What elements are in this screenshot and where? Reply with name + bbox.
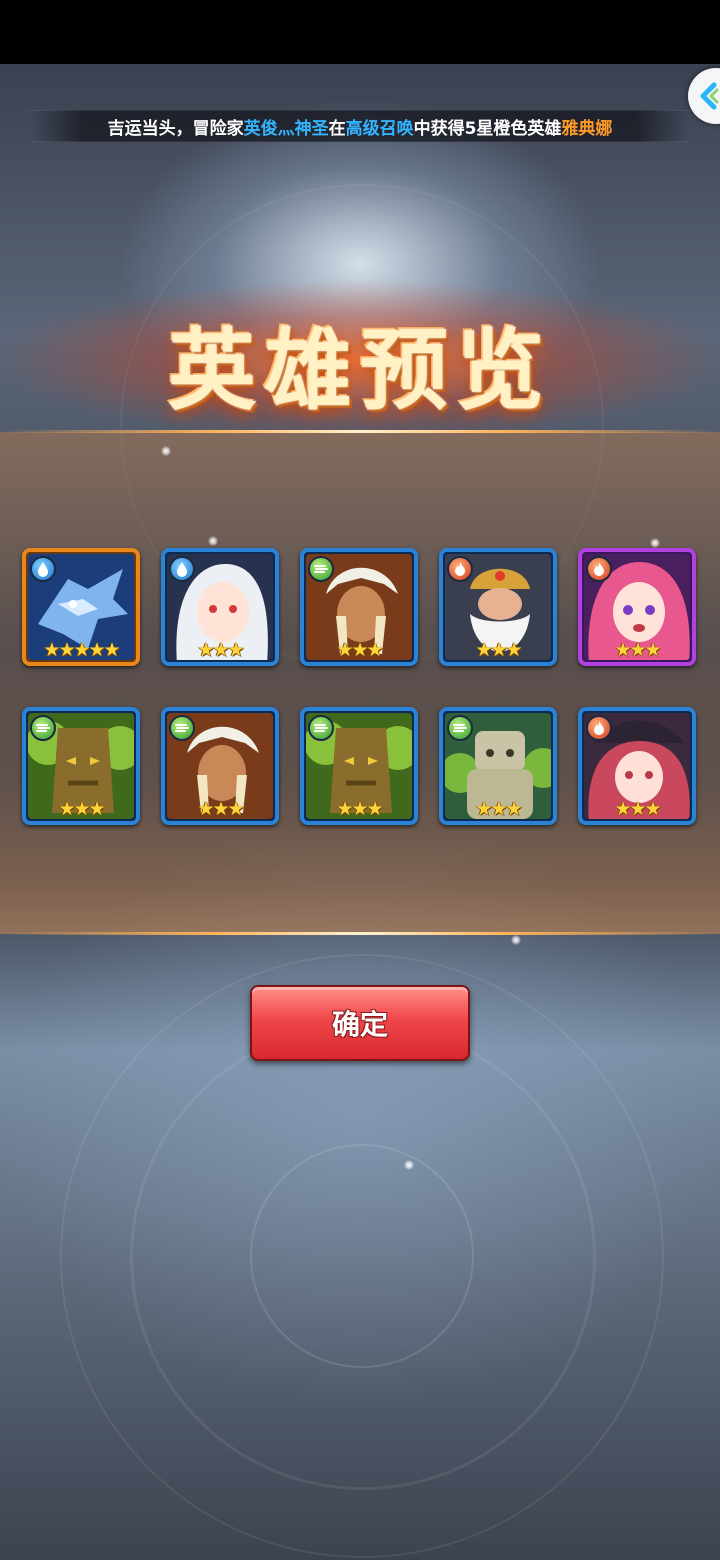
ticker-prefix: 吉运当头，冒险家 — [107, 118, 244, 139]
ticker-hero-name: 雅典娜 — [561, 118, 613, 139]
sparkle — [404, 1160, 414, 1170]
star-rating: ★★★ — [336, 798, 383, 820]
star-rating: ★★★ — [475, 798, 522, 820]
ticker-mid1: 在 — [328, 118, 346, 139]
wind-element-icon — [169, 715, 195, 741]
ticker-summon-type: 高级召唤 — [345, 118, 414, 139]
hero-grid: ★★★★★ ★★★ ★★★ ★★★ ★★★ ★★★ ★★★ ★★★ ★★★ ★★★ — [22, 548, 698, 828]
panel-top-border — [0, 430, 720, 433]
chevron-left-icon — [700, 82, 719, 110]
hero-card[interactable]: ★★★ — [300, 548, 418, 666]
sparkle — [208, 536, 218, 546]
status-bar — [0, 0, 720, 64]
sparkle — [511, 935, 521, 945]
confirm-button[interactable]: 确定 — [250, 985, 470, 1061]
page-title: 英雄预览 — [167, 319, 552, 422]
wind-element-icon — [30, 715, 56, 741]
fire-element-icon — [586, 556, 612, 582]
hero-card[interactable]: ★★★★★ — [22, 548, 140, 666]
wind-element-icon — [308, 715, 334, 741]
panel-bottom-border — [0, 932, 720, 935]
star-rating: ★★★ — [197, 639, 244, 661]
broadcast-ticker: 吉运当头，冒险家 英俊灬神圣在高级召唤 中获得5星橙色英雄 雅典娜 — [30, 110, 690, 142]
water-element-icon — [169, 556, 195, 582]
fire-element-icon — [586, 715, 612, 741]
hero-card[interactable]: ★★★ — [161, 707, 279, 825]
hero-card[interactable]: ★★★ — [578, 548, 696, 666]
star-rating: ★★★ — [58, 798, 105, 820]
ticker-player-name: 英俊灬神圣 — [243, 118, 329, 139]
hero-card[interactable]: ★★★ — [300, 707, 418, 825]
sparkle — [161, 446, 171, 456]
hero-card[interactable]: ★★★ — [22, 707, 140, 825]
water-element-icon — [30, 556, 56, 582]
wind-element-icon — [308, 556, 334, 582]
hero-card[interactable]: ★★★ — [161, 548, 279, 666]
wind-element-icon — [447, 715, 473, 741]
fire-element-icon — [447, 556, 473, 582]
star-rating: ★★★ — [197, 798, 244, 820]
star-rating: ★★★ — [475, 639, 522, 661]
sparkle — [650, 538, 660, 548]
magic-circle — [250, 1144, 474, 1368]
hero-card[interactable]: ★★★ — [578, 707, 696, 825]
ticker-mid2: 中获得5星橙色英雄 — [413, 118, 562, 139]
hero-card[interactable]: ★★★ — [439, 707, 557, 825]
star-rating: ★★★ — [336, 639, 383, 661]
star-rating: ★★★★★ — [43, 639, 120, 661]
star-rating: ★★★ — [614, 639, 661, 661]
hero-card[interactable]: ★★★ — [439, 548, 557, 666]
star-rating: ★★★ — [614, 798, 661, 820]
